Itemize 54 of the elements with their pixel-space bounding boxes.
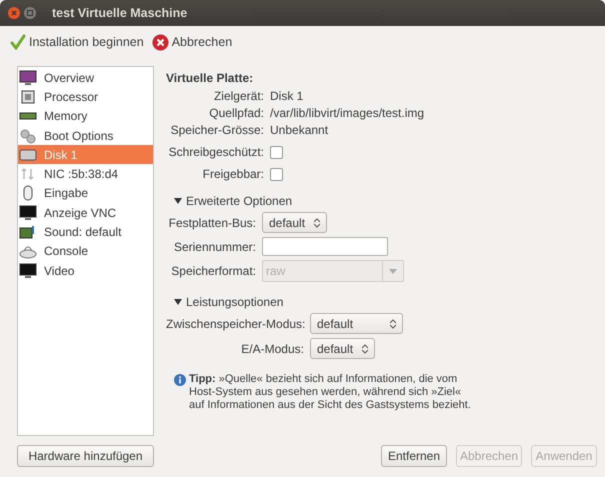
start-install-button[interactable]: Installation beginnen bbox=[10, 34, 144, 50]
checkbox-label: Schreibgeschützt: bbox=[168, 145, 264, 159]
field-label: Speicher-Grösse: bbox=[170, 123, 264, 137]
monitor-icon bbox=[19, 204, 37, 221]
hardware-item[interactable]: Sound: default bbox=[18, 222, 153, 242]
field-label: E/A-Modus: bbox=[240, 342, 304, 356]
field-label: Seriennummer: bbox=[172, 240, 256, 254]
field-label: Quellpfad: bbox=[208, 106, 264, 120]
field-label: Festplatten-Bus: bbox=[168, 216, 256, 230]
expander[interactable]: Erweiterte Optionen bbox=[174, 194, 597, 208]
serial-number-field[interactable] bbox=[262, 237, 388, 256]
monitor-icon bbox=[19, 70, 37, 86]
cancel-button[interactable]: Abbrechen bbox=[152, 34, 232, 50]
field-label: Zielgerät: bbox=[212, 89, 264, 103]
close-icon[interactable] bbox=[8, 7, 20, 19]
check-icon bbox=[10, 34, 26, 50]
section-heading: Virtuelle Platte: bbox=[166, 71, 254, 85]
hardware-item[interactable]: Console bbox=[18, 242, 153, 261]
monitor-icon bbox=[19, 262, 37, 279]
hardware-item[interactable]: Overview bbox=[18, 68, 153, 88]
expanded-triangle-icon bbox=[174, 298, 182, 306]
hardware-item[interactable]: NIC :5b:38:d4 bbox=[18, 164, 153, 184]
hardware-item[interactable]: Video bbox=[18, 260, 153, 280]
field-label: Speicherformat: bbox=[170, 264, 256, 278]
hardware-item[interactable]: Memory bbox=[18, 106, 153, 126]
dropdown-arrow-icon bbox=[389, 268, 397, 274]
field-label: Zwischenspeicher-Modus: bbox=[166, 316, 304, 330]
expander[interactable]: Leistungsoptionen bbox=[174, 295, 597, 309]
window-title: test Virtuelle Maschine bbox=[52, 6, 188, 20]
bus-select[interactable]: default bbox=[262, 212, 327, 233]
checkbox-label: Freigebbar: bbox=[202, 167, 264, 181]
field-value: Disk 1 bbox=[270, 89, 304, 103]
add-hardware-button[interactable]: Hardware hinzufügen bbox=[17, 445, 154, 467]
spin-arrows-icon bbox=[390, 318, 396, 328]
cancel-icon bbox=[152, 34, 169, 50]
dialog-button[interactable]: Entfernen bbox=[381, 445, 447, 467]
hardware-item[interactable]: Boot Options bbox=[18, 126, 153, 146]
tip-text: Tipp: »Quelle« bezieht sich auf Informationen, die vom Host-System aus gesehen werden, während sich »Ziel« auf Informationen aus der Sicht des Gastsystems bezieht. bbox=[189, 373, 472, 412]
checkbox[interactable] bbox=[270, 146, 283, 158]
chip-icon bbox=[19, 88, 37, 105]
minimize-icon[interactable] bbox=[24, 7, 36, 19]
field-value: /var/lib/libvirt/images/test.img bbox=[270, 106, 426, 120]
hardware-item[interactable]: Anzeige VNC bbox=[18, 203, 153, 222]
hardware-item[interactable]: Processor bbox=[18, 87, 153, 107]
spin-arrows-icon bbox=[362, 344, 368, 354]
io-mode-select[interactable]: default bbox=[310, 338, 375, 359]
checkbox[interactable] bbox=[270, 168, 283, 180]
spin-arrows-icon bbox=[314, 218, 320, 228]
expanded-triangle-icon bbox=[174, 197, 182, 205]
cache-mode-select[interactable]: default bbox=[310, 313, 403, 334]
hardware-item[interactable]: Eingabe bbox=[18, 184, 153, 204]
field-value: Unbekannt bbox=[270, 123, 330, 137]
sound-card-icon bbox=[19, 224, 37, 240]
info-icon bbox=[174, 374, 186, 386]
